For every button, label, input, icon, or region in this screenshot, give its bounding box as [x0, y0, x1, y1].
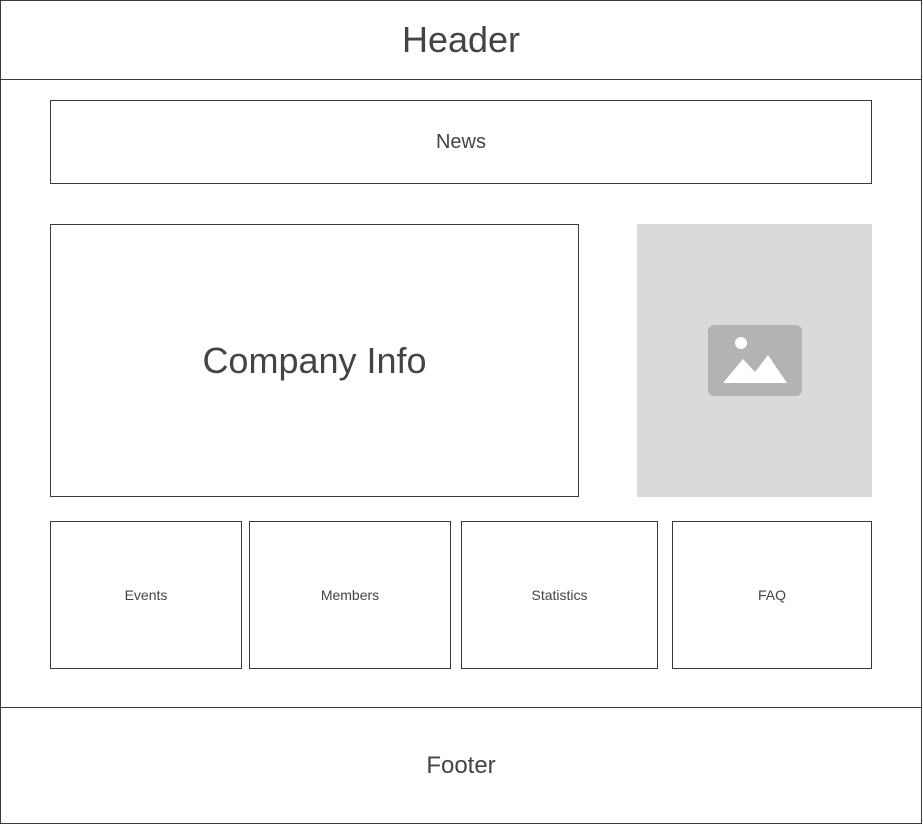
- news-section[interactable]: News: [50, 100, 872, 184]
- footer-label: Footer: [426, 751, 496, 779]
- members-label: Members: [320, 587, 380, 603]
- statistics-label: Statistics: [531, 587, 588, 603]
- image-placeholder: [637, 224, 872, 497]
- footer-section: Footer: [0, 707, 922, 824]
- faq-label: FAQ: [757, 587, 786, 603]
- company-info-label: Company Info: [202, 339, 427, 381]
- events-label: Events: [124, 587, 168, 603]
- header-label: Header: [401, 19, 521, 60]
- header-section: Header: [0, 0, 922, 80]
- news-label: News: [435, 130, 486, 153]
- statistics-tile[interactable]: Statistics: [461, 521, 658, 669]
- company-info-section: Company Info: [50, 224, 579, 497]
- members-tile[interactable]: Members: [249, 521, 451, 669]
- events-tile[interactable]: Events: [50, 521, 242, 669]
- image-icon: [707, 325, 802, 396]
- faq-tile[interactable]: FAQ: [672, 521, 872, 669]
